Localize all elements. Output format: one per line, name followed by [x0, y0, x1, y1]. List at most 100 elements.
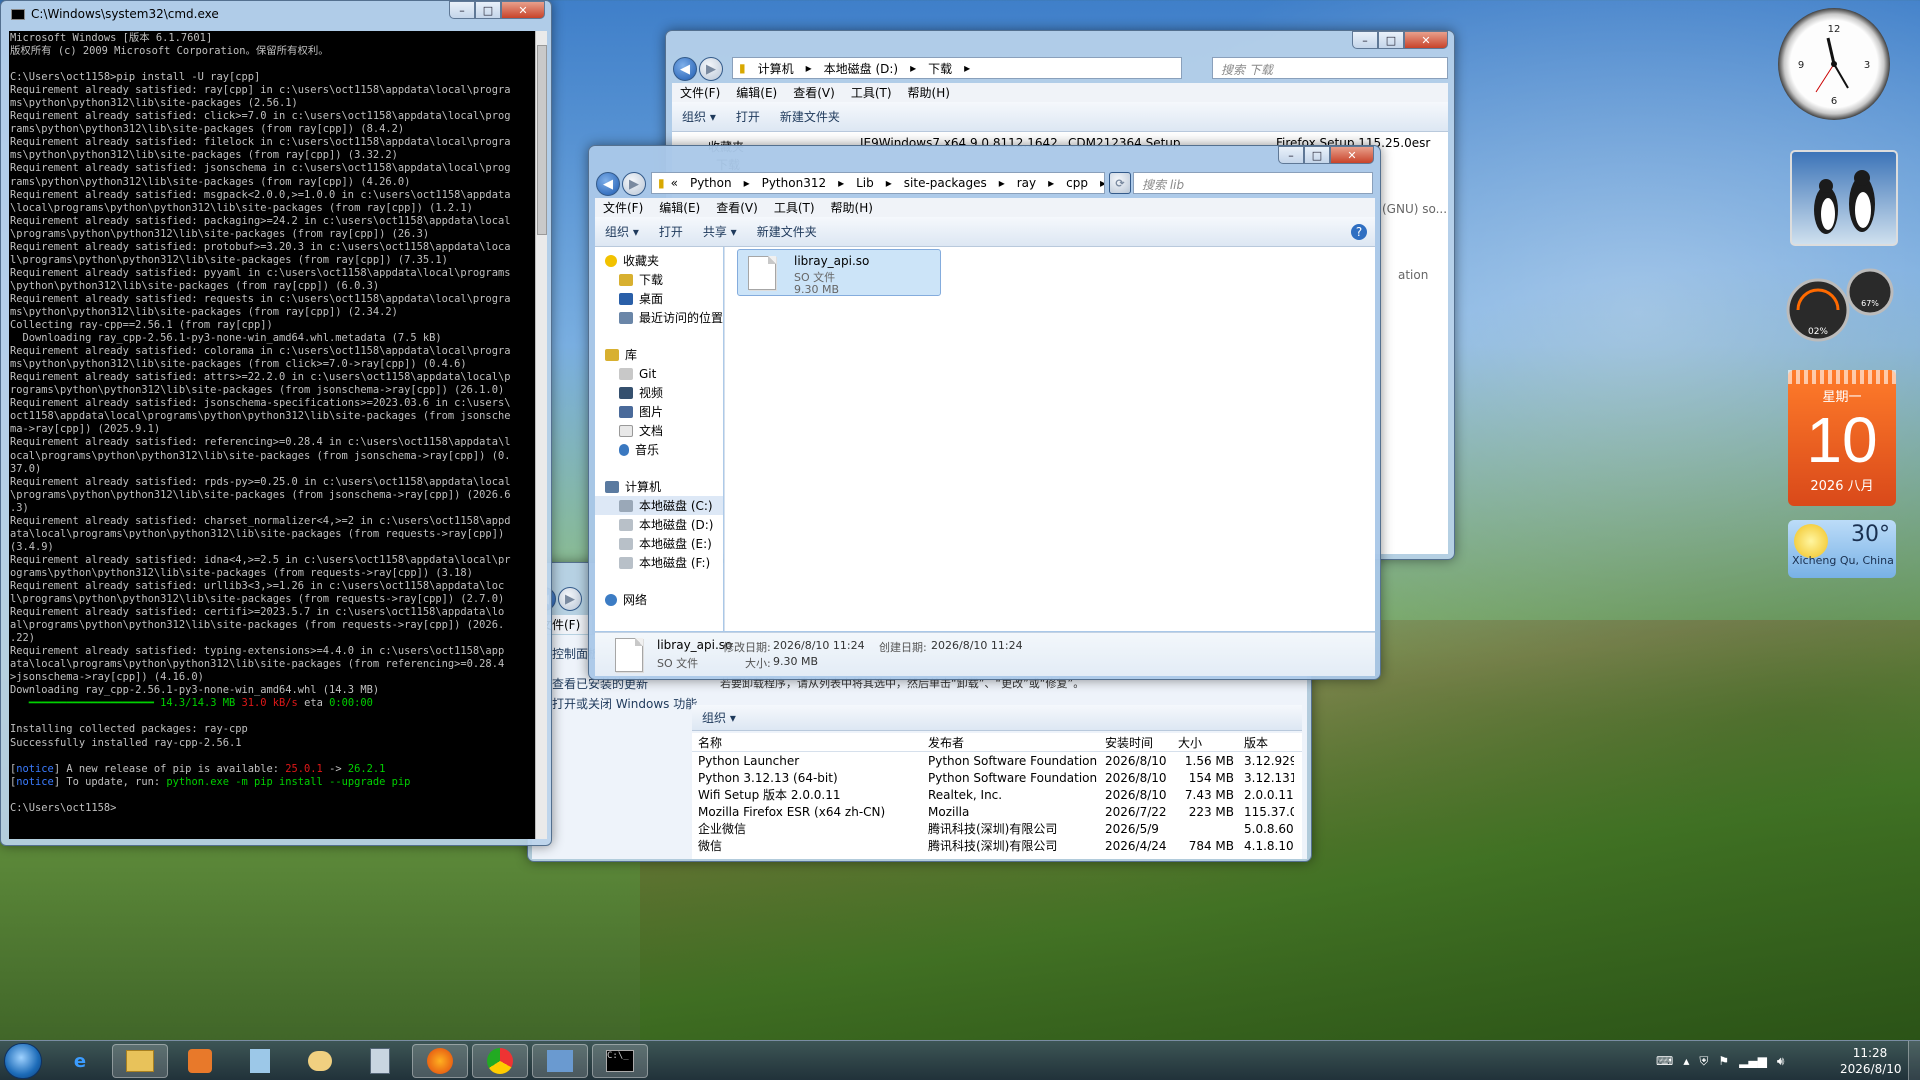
share-button[interactable]: 共享 ▾: [693, 223, 747, 240]
paint-taskbar-icon[interactable]: [292, 1044, 348, 1078]
address-bar[interactable]: ▮ « Python ▸ Python312 ▸ Lib ▸ site-package…: [651, 172, 1105, 194]
sidebar-item-desktop[interactable]: 桌面: [595, 289, 723, 308]
media-player-taskbar-icon[interactable]: [172, 1044, 228, 1078]
menu-help[interactable]: 帮助(H): [900, 84, 958, 101]
new-folder-button[interactable]: 新建文件夹: [747, 223, 827, 240]
search-input[interactable]: 搜索 lib: [1133, 172, 1373, 194]
clock-tray[interactable]: 11:28 2026/8/10: [1840, 1041, 1902, 1080]
crumb[interactable]: cpp: [1060, 176, 1094, 190]
crumb[interactable]: 计算机: [752, 60, 800, 77]
network-signal-icon[interactable]: ▂▄▆: [1739, 1054, 1767, 1068]
control-panel-taskbar-icon[interactable]: [532, 1044, 588, 1078]
maximize-button[interactable]: □: [475, 1, 501, 19]
crumb[interactable]: Python: [684, 176, 738, 190]
menu-view[interactable]: 查看(V): [708, 199, 766, 216]
sidebar-item-drive-c[interactable]: 本地磁盘 (C:): [595, 496, 723, 515]
address-bar[interactable]: ▮ 计算机 ▸ 本地磁盘 (D:) ▸ 下载 ▸: [732, 57, 1182, 79]
flag-icon[interactable]: ⚑: [1718, 1054, 1729, 1068]
start-button[interactable]: [4, 1043, 42, 1079]
new-folder-button[interactable]: 新建文件夹: [770, 108, 850, 125]
table-row[interactable]: Mozilla Firefox ESR (x64 zh-CN) Mozilla 20…: [692, 803, 1302, 820]
open-button[interactable]: 打开: [649, 223, 693, 240]
menu-view[interactable]: 查看(V): [785, 84, 843, 101]
sidebar-item-documents[interactable]: 文档: [595, 421, 723, 440]
sidebar-item-drive-d[interactable]: 本地磁盘 (D:): [595, 515, 723, 534]
close-button[interactable]: ✕: [1404, 31, 1448, 49]
console-scrollbar[interactable]: [535, 31, 547, 839]
sidebar-favorites[interactable]: 收藏夹: [595, 251, 723, 270]
crumb[interactable]: ray: [1011, 176, 1042, 190]
volume-icon[interactable]: 🔊︎: [1777, 1054, 1785, 1069]
organize-button[interactable]: 组织 ▾: [672, 108, 726, 125]
table-row[interactable]: 企业微信腾讯科技(深圳)有限公司2026/5/95.0.8.6009: [692, 820, 1302, 837]
table-row[interactable]: Wifi Setup 版本 2.0.0.11 Realtek, Inc. 2026/…: [692, 786, 1302, 803]
organize-button[interactable]: 组织 ▾: [595, 223, 649, 240]
keyboard-icon[interactable]: ⌨: [1656, 1054, 1673, 1068]
col-publisher[interactable]: 发布者: [922, 734, 1099, 751]
calculator-taskbar-icon[interactable]: [352, 1044, 408, 1078]
search-input[interactable]: 搜索 下载: [1212, 57, 1448, 79]
sidebar-network[interactable]: 网络: [595, 590, 723, 609]
sidebar-item-drive-f[interactable]: 本地磁盘 (F:): [595, 553, 723, 572]
maximize-button[interactable]: □: [1378, 31, 1404, 49]
shield-icon[interactable]: ⛨: [1699, 1054, 1708, 1069]
explorer-taskbar-icon[interactable]: [112, 1044, 168, 1078]
tray-expand-icon[interactable]: ▴: [1683, 1054, 1689, 1068]
minimize-button[interactable]: –: [1352, 31, 1378, 49]
menu-edit[interactable]: 编辑(E): [728, 84, 785, 101]
link-windows-features[interactable]: 打开或关闭 Windows 功能: [552, 695, 697, 712]
refresh-button[interactable]: ⟳: [1109, 172, 1131, 194]
minimize-button[interactable]: –: [1278, 146, 1304, 164]
close-button[interactable]: ✕: [501, 1, 545, 19]
sidebar-item-drive-e[interactable]: 本地磁盘 (E:): [595, 534, 723, 553]
crumb[interactable]: Lib: [850, 176, 880, 190]
firefox-taskbar-icon[interactable]: [412, 1044, 468, 1078]
table-row[interactable]: Python Launcher Python Software Foundatio…: [692, 752, 1302, 769]
ie-taskbar-icon[interactable]: e: [52, 1044, 108, 1078]
sidebar-item-videos[interactable]: 视频: [595, 383, 723, 402]
sidebar-item-git[interactable]: Git: [595, 364, 723, 383]
crumb-overflow[interactable]: «: [665, 176, 684, 190]
forward-button[interactable]: ▶: [558, 587, 582, 611]
menu-tools[interactable]: 工具(T): [843, 84, 900, 101]
crumb[interactable]: Python312: [756, 176, 833, 190]
table-row[interactable]: 微信腾讯科技(深圳)有限公司2026/4/24784 MB4.1.8.107: [692, 837, 1302, 854]
col-size[interactable]: 大小: [1172, 734, 1238, 751]
sidebar-item-music[interactable]: 音乐: [595, 440, 723, 459]
menu-help[interactable]: 帮助(H): [823, 199, 881, 216]
col-date[interactable]: 安装时间: [1099, 734, 1172, 751]
cmd-window[interactable]: C:\Windows\system32\cmd.exe – □ ✕ Micros…: [0, 0, 552, 846]
sidebar-libraries[interactable]: 库: [595, 345, 723, 364]
notepad-taskbar-icon[interactable]: [232, 1044, 288, 1078]
back-button[interactable]: ◀: [596, 172, 620, 196]
console-output[interactable]: Microsoft Windows [版本 6.1.7601] 版权所有 (c)…: [9, 31, 535, 839]
sidebar-item-downloads[interactable]: 下载: [595, 270, 723, 289]
crumb[interactable]: 下载: [922, 60, 958, 77]
col-name[interactable]: 名称: [692, 734, 922, 751]
sidebar-item-recent[interactable]: 最近访问的位置: [595, 308, 723, 327]
menu-edit[interactable]: 编辑(E): [651, 199, 708, 216]
help-icon[interactable]: ?: [1351, 223, 1367, 240]
minimize-button[interactable]: –: [449, 1, 475, 19]
sidebar-computer[interactable]: 计算机: [595, 477, 723, 496]
menu-tools[interactable]: 工具(T): [766, 199, 823, 216]
organize-button[interactable]: 组织 ▾: [692, 709, 746, 726]
crumb[interactable]: site-packages: [898, 176, 993, 190]
forward-button[interactable]: ▶: [622, 172, 646, 196]
file-tile-libray-api[interactable]: libray_api.so SO 文件 9.30 MB: [737, 249, 941, 296]
scrollbar-thumb[interactable]: [537, 45, 547, 235]
crumb[interactable]: 本地磁盘 (D:): [818, 60, 904, 77]
menu-file[interactable]: 文件(F): [595, 199, 651, 216]
sidebar-item-pictures[interactable]: 图片: [595, 402, 723, 421]
show-desktop-button[interactable]: [1908, 1041, 1920, 1080]
explorer-lib-window[interactable]: – □ ✕ ◀ ▶ ▮ « Python ▸ Python312 ▸ Lib ▸ si…: [588, 145, 1381, 680]
open-button[interactable]: 打开: [726, 108, 770, 125]
forward-button[interactable]: ▶: [699, 57, 723, 81]
menu-file[interactable]: 文件(F): [672, 84, 728, 101]
back-button[interactable]: ◀: [673, 57, 697, 81]
close-button[interactable]: ✕: [1330, 146, 1374, 164]
cmd-taskbar-icon[interactable]: C:\_: [592, 1044, 648, 1078]
chrome-taskbar-icon[interactable]: [472, 1044, 528, 1078]
col-version[interactable]: 版本: [1238, 734, 1294, 751]
table-row[interactable]: Python 3.12.13 (64-bit) Python Software F…: [692, 769, 1302, 786]
